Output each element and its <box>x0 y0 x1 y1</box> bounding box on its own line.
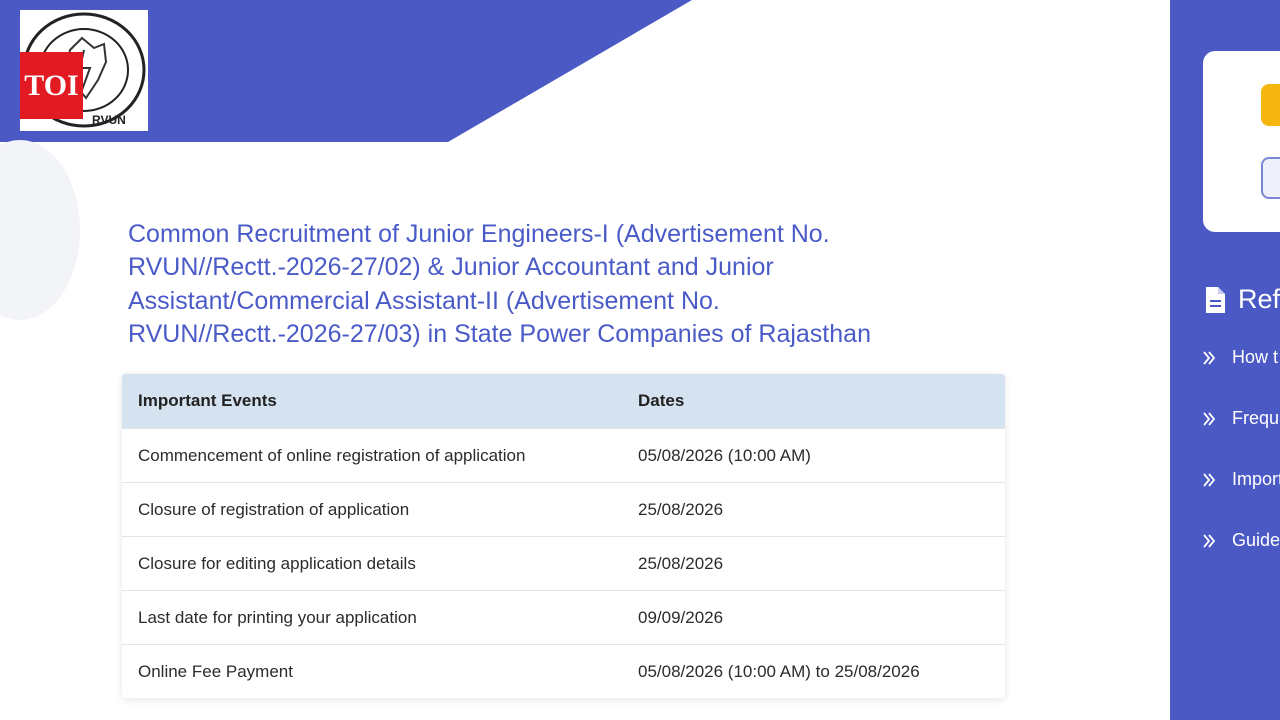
column-header-dates: Dates <box>622 374 1005 429</box>
sidebar-item-label: How t <box>1232 347 1279 367</box>
date-cell: 25/08/2026 <box>622 536 1005 591</box>
date-cell: 05/08/2026 (10:00 AM) <box>622 428 1005 483</box>
sidebar-item-label: Frequ <box>1232 408 1280 428</box>
table-row: Online Fee Payment 05/08/2026 (10:00 AM)… <box>122 644 1005 698</box>
sidebar-item-faq[interactable]: Frequ <box>1202 408 1279 429</box>
event-cell: Online Fee Payment <box>122 644 622 698</box>
table-row: Last date for printing your application … <box>122 590 1005 645</box>
event-cell: Closure of registration of application <box>122 482 622 537</box>
date-cell: 09/09/2026 <box>622 590 1005 645</box>
event-cell: Last date for printing your application <box>122 590 622 645</box>
secondary-action-button[interactable] <box>1261 157 1280 199</box>
date-cell: 05/08/2026 (10:00 AM) to 25/08/2026 <box>622 644 1005 698</box>
event-cell: Closure for editing application details <box>122 536 622 591</box>
date-cell: 25/08/2026 <box>622 482 1005 537</box>
column-header-events: Important Events <box>122 374 622 429</box>
event-cell: Commencement of online registration of a… <box>122 428 622 483</box>
double-chevron-right-icon <box>1202 350 1218 366</box>
action-card <box>1203 51 1280 232</box>
sidebar-item-important[interactable]: Import <box>1202 469 1280 490</box>
important-events-table: Important Events Dates Commencement of o… <box>122 374 1005 698</box>
sidebar-item-label: Guide <box>1232 530 1280 550</box>
sidebar-item-label: Import <box>1232 469 1280 489</box>
double-chevron-right-icon <box>1202 411 1218 427</box>
double-chevron-right-icon <box>1202 533 1218 549</box>
table-row: Closure of registration of application 2… <box>122 482 1005 537</box>
double-chevron-right-icon <box>1202 472 1218 488</box>
table-header-row: Important Events Dates <box>122 374 1005 429</box>
table-row: Closure for editing application details … <box>122 536 1005 591</box>
sidebar-item-how-to[interactable]: How t <box>1202 347 1278 368</box>
document-icon <box>1206 286 1225 313</box>
table-row: Commencement of online registration of a… <box>122 428 1005 483</box>
primary-action-button[interactable] <box>1261 84 1280 126</box>
sidebar-item-guidelines[interactable]: Guide <box>1202 530 1280 551</box>
logo-text: RVUN <box>92 113 126 127</box>
notice-title: Common Recruitment of Junior Engineers-I… <box>128 220 871 348</box>
reference-heading-label: Ref <box>1238 284 1280 314</box>
reference-heading: Ref <box>1204 284 1280 315</box>
toi-badge: TOI <box>20 52 83 119</box>
right-sidebar: Ref How t Frequ Import Guide <box>1170 0 1280 720</box>
background-decoration <box>0 140 80 320</box>
